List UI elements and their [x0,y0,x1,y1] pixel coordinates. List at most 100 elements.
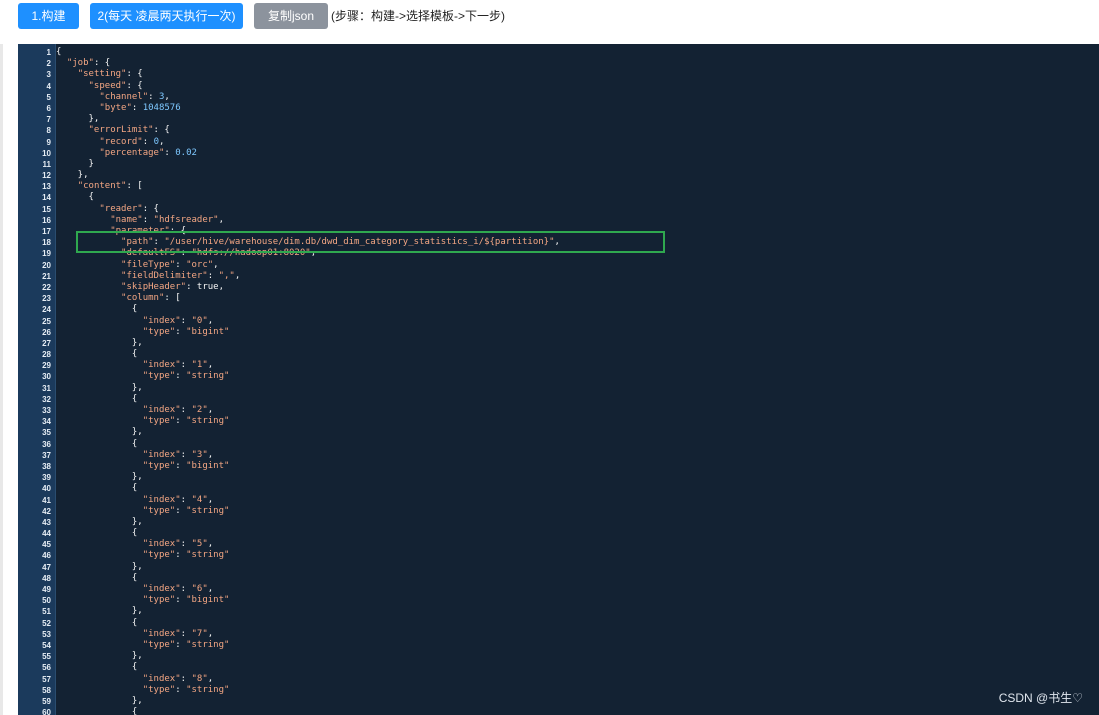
code-token: , [207,494,214,505]
code-token: 1048576 [142,102,181,113]
code-token: "index" [142,539,181,550]
code-token: { [56,192,94,203]
code-line: { [56,394,560,405]
code-token: : [ [126,181,143,192]
code-token: }, [56,427,143,438]
code-token: { [56,393,138,404]
code-token: { [56,438,138,449]
csdn-watermark: CSDN @书生♡ [998,691,1083,705]
code-token: : [175,550,187,561]
line-number: 54 [42,640,51,650]
code-token: }, [56,695,143,706]
code-token: "record" [99,136,143,147]
code-line: }, [56,651,560,662]
code-token: }, [56,651,143,662]
code-token: "type" [142,639,176,650]
line-number: 34 [42,417,51,427]
code-token: "1" [191,360,208,371]
code-token: "string" [186,550,230,561]
line-number: 26 [42,327,51,337]
code-token: }, [56,337,143,348]
code-line: "index": "6", [56,584,560,595]
code-token: "type" [142,371,176,382]
code-line: "index": "8", [56,674,560,685]
line-number: 56 [42,663,51,673]
code-token: "string" [186,416,230,427]
code-line: "setting": { [56,69,560,80]
code-line: { [56,528,560,539]
line-number: 35 [42,428,51,438]
line-number: 43 [42,517,51,527]
code-token: "0" [191,315,208,326]
code-token: { [56,528,138,539]
code-line: "name": "hdfsreader", [56,215,560,226]
schedule-button[interactable]: 2(每天 凌晨两天执行一次) [90,3,243,29]
code-line: }, [56,606,560,617]
code-token: : [164,147,176,158]
code-token: "name" [110,214,143,225]
line-number: 52 [42,618,51,628]
code-token: : [175,259,187,270]
code-line: "index": "4", [56,495,560,506]
code-token: }, [56,516,143,527]
code-token: : [175,684,187,695]
line-number: 21 [42,271,51,281]
line-number: 15 [42,204,51,214]
code-token: "7" [191,628,208,639]
code-token: : { [142,203,159,214]
line-number: 36 [42,439,51,449]
line-number: 1 [46,48,51,57]
code-token: : [142,136,154,147]
line-number: 6 [46,103,51,113]
code-line: { [56,573,560,584]
code-token: "string" [186,684,230,695]
left-rail [0,44,3,715]
line-number: 49 [42,585,51,594]
json-editor[interactable]: 1 2 3 4 5 6 7 8 9 10 11 12 13 14 15 16 17 18 19 20 21 22 23 24 2… [18,44,1099,715]
path-highlight-box [76,231,665,253]
line-number: 38 [42,461,51,471]
code-token: : [175,595,187,606]
copy-json-button[interactable]: 复制json [254,3,328,29]
code-token: "column" [121,293,165,304]
code-token: { [56,662,138,673]
code-token: }, [56,606,143,617]
toolbar: 1.构建 2(每天 凌晨两天执行一次) 复制json (步骤：构建->选择模板-… [0,0,1099,40]
code-line: "fileType": "orc", [56,260,560,271]
code-token: "6" [191,584,208,594]
line-number: 3 [46,70,51,80]
code-line: "index": "0", [56,316,560,327]
code-token: : { [153,125,170,136]
code-token: } [56,158,94,169]
code-line: { [56,483,560,494]
code-line: "type": "bigint" [56,461,560,472]
code-token: "hdfsreader" [153,214,219,225]
line-number: 7 [46,115,51,125]
code-token: : { [126,69,143,80]
code-line: "index": "7", [56,629,560,640]
code-area[interactable]: { "job": { "setting": { "speed": { "chan… [56,44,1099,715]
code-line: "index": "5", [56,539,560,550]
line-number: 53 [42,629,51,639]
code-line: "type": "string" [56,550,560,561]
build-button[interactable]: 1.构建 [18,3,79,29]
code-token: "errorLimit" [88,125,154,136]
code-line: "record": 0, [56,137,560,148]
code-token: "bigint" [186,460,230,471]
code-token: : [180,315,192,326]
line-number: 19 [42,249,51,259]
line-number: 42 [42,506,51,516]
code-line: "percentage": 0.02 [56,148,560,159]
